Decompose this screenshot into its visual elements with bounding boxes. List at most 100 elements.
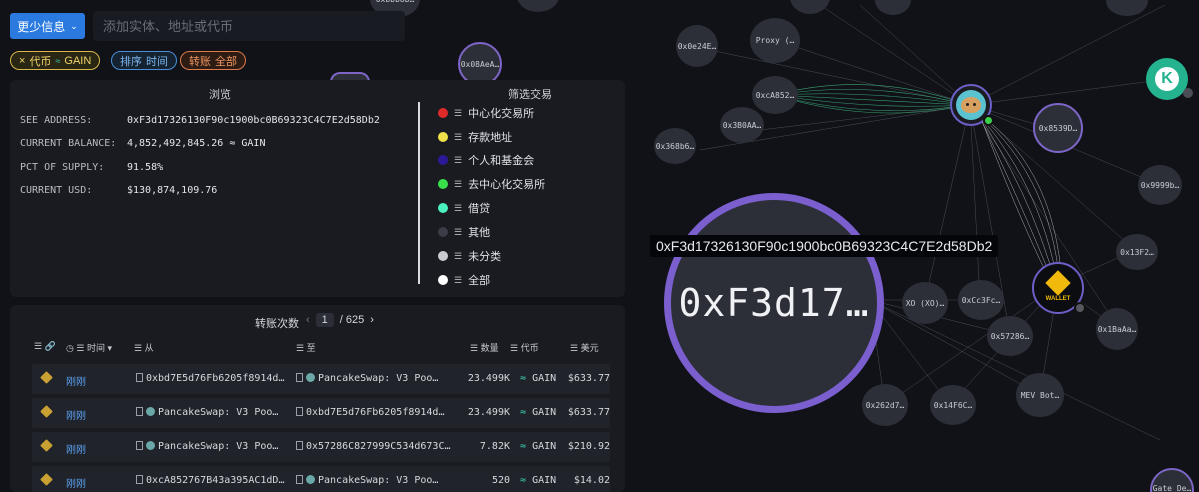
filter-item[interactable]: ☰ 未分类	[438, 248, 501, 264]
table-row[interactable]: 刚刚 0xcA852767B43a395AC1dD… PancakeSwap: …	[32, 466, 610, 492]
filter-item[interactable]: ☰ 去中心化交易所	[438, 176, 545, 192]
app-root: 0xbbb8b… 0x08AeA… 0xbbb8b… 0x0e24E… Prox…	[0, 0, 1199, 492]
to-header[interactable]: ☰ 至	[296, 341, 316, 354]
table-row[interactable]: 刚刚 PancakeSwap: V3 Poo… 0x57286C827999C5…	[32, 432, 610, 462]
filter-lines-icon: ☰	[454, 250, 463, 261]
usd-value: $130,874,109.76	[127, 185, 218, 196]
chip-label: 转账	[189, 55, 211, 68]
token-icon	[40, 371, 53, 384]
info-row-supply: PCT OF SUPPLY: 91.58%	[20, 162, 164, 173]
chip-value: 时间	[146, 55, 168, 68]
all-dot	[438, 275, 448, 285]
chevron-down-icon: ⌄	[70, 20, 78, 31]
graph-node[interactable]: 0x262d7…	[862, 384, 908, 426]
graph-node[interactable]: 0xcA852…	[752, 76, 798, 114]
search-input[interactable]	[93, 11, 405, 41]
filter-item[interactable]: ☰ 个人和基金会	[438, 152, 534, 168]
info-row-balance: CURRENT BALANCE: 4,852,492,845.26 ≈ GAIN	[20, 138, 266, 149]
address-tooltip: 0xF3d17326130F90c1900bc0B69323C4C7E2d58D…	[650, 235, 999, 257]
chevron-right-icon[interactable]: ›	[370, 314, 374, 326]
graph-node[interactable]: 0x57286…	[987, 316, 1033, 356]
pancakeswap-icon	[306, 373, 315, 382]
less-info-button[interactable]: 更少信息 ⌄	[10, 13, 85, 39]
info-row-address: SEE ADDRESS: 0xF3d17326130F90c1900bc0B69…	[20, 115, 380, 126]
filter-item[interactable]: ☰ 存款地址	[438, 129, 512, 145]
filter-lines-icon: ☰	[454, 131, 463, 142]
graph-node[interactable]: 0x14F6C…	[930, 385, 976, 425]
filter-item[interactable]: ☰ 全部	[438, 272, 490, 288]
graph-node[interactable]: Proxy (…	[750, 18, 800, 63]
filter-lines-icon: ☰	[454, 202, 463, 213]
pancakeswap-node[interactable]	[950, 84, 994, 126]
chevron-left-icon[interactable]: ‹	[306, 314, 310, 326]
token-header[interactable]: ☰ 代币	[510, 341, 539, 354]
transfers-panel: 转账次数 ‹ 1 / 625 › ☰ 🔗 ◷ ☰ 时间 ▾ ☰ 从 ☰ 至 ☰ …	[10, 305, 625, 492]
document-icon	[136, 475, 143, 484]
filter-item[interactable]: ☰ 借贷	[438, 200, 490, 216]
chip-value: GAIN	[64, 54, 92, 67]
graph-node[interactable]: 0xCc3Fc…	[958, 280, 1004, 320]
balance-value: 4,852,492,845.26 ≈ GAIN	[127, 138, 266, 149]
table-row[interactable]: 刚刚 PancakeSwap: V3 Poo… 0xbd7E5d76Fb6205…	[32, 398, 610, 428]
lending-dot	[438, 203, 448, 213]
graph-node[interactable]: 0x1BaAa…	[1096, 308, 1138, 350]
chip-label: 代币	[29, 55, 52, 68]
token-filter-chip[interactable]: × 代币 ≈ GAIN	[10, 51, 101, 70]
usd-header[interactable]: ☰ 美元	[570, 341, 599, 354]
graph-node[interactable]: MEV Bot…	[1016, 373, 1064, 417]
page-number[interactable]: 1	[315, 313, 334, 327]
graph-node[interactable]: 0x0e24E…	[676, 25, 718, 67]
pancakeswap-icon	[146, 407, 155, 416]
chip-value: 全部	[215, 55, 237, 68]
filter-lines-icon: ☰	[454, 274, 463, 285]
graph-node[interactable]: 0x3B0AA…	[720, 107, 764, 143]
filter-lines-icon: ☰	[454, 107, 463, 118]
kucoin-icon: K	[1155, 67, 1179, 91]
from-header[interactable]: ☰ 从	[134, 341, 154, 354]
transfer-chip[interactable]: 转账 全部	[180, 51, 246, 70]
info-row-usd: CURRENT USD: $130,874,109.76	[20, 185, 218, 196]
pancake-bunny-icon	[956, 90, 986, 120]
divider	[418, 102, 420, 284]
amount-header[interactable]: ☰ 数量	[470, 341, 499, 354]
wallet-label: WALLET	[1045, 296, 1071, 302]
graph-node[interactable]: 0x8539D…	[1033, 103, 1083, 153]
status-dot	[1074, 302, 1086, 314]
pancakeswap-icon	[146, 441, 155, 450]
pagination: ‹ 1 / 625 ›	[306, 313, 374, 327]
binance-icon	[1045, 270, 1071, 296]
document-icon	[296, 373, 303, 382]
browse-panel: 浏览 筛选交易 SEE ADDRESS: 0xF3d17326130F90c19…	[10, 80, 625, 297]
sort-chip[interactable]: 排序 时间	[111, 51, 177, 70]
filter-lines-icon: ☰	[454, 178, 463, 189]
uncategorized-dot	[438, 251, 448, 261]
binance-wallet-node[interactable]: WALLET	[1032, 262, 1086, 314]
transfers-title: 转账次数	[255, 318, 299, 330]
graph-node[interactable]: XO (XO)…	[902, 282, 948, 324]
time-header[interactable]: ◷ ☰ 时间 ▾	[66, 341, 112, 354]
filter-icon[interactable]: ☰ 🔗	[34, 341, 56, 352]
graph-node[interactable]: 0x368b6…	[654, 128, 696, 164]
less-info-label: 更少信息	[17, 19, 66, 34]
selected-address-node[interactable]: 0xF3d17…	[664, 193, 884, 413]
graph-node[interactable]: 0x13F2…	[1116, 234, 1158, 270]
token-icon	[40, 473, 53, 486]
gain-token-icon: ≈	[55, 55, 61, 66]
other-dot	[438, 227, 448, 237]
token-icon	[40, 439, 53, 452]
filter-item[interactable]: ☰ 其他	[438, 224, 490, 240]
pancakeswap-icon	[306, 475, 315, 484]
document-icon	[296, 407, 303, 416]
document-icon	[136, 441, 143, 450]
total-pages: / 625	[339, 314, 365, 326]
address-value[interactable]: 0xF3d17326130F90c1900bc0B69323C4C7E2d58D…	[127, 115, 380, 126]
exchange-node[interactable]: K	[1146, 58, 1193, 100]
gain-token-icon: ≈	[520, 475, 527, 486]
graph-node[interactable]: 0x9999b…	[1138, 165, 1182, 205]
table-row[interactable]: 刚刚 0xbd7E5d76Fb6205f8914d… PancakeSwap: …	[32, 364, 610, 394]
token-icon	[40, 405, 53, 418]
close-icon[interactable]: ×	[19, 55, 25, 67]
filter-item[interactable]: ☰ 中心化交易所	[438, 105, 534, 121]
filter-title: 筛选交易	[508, 89, 552, 101]
gain-token-icon: ≈	[520, 441, 527, 452]
